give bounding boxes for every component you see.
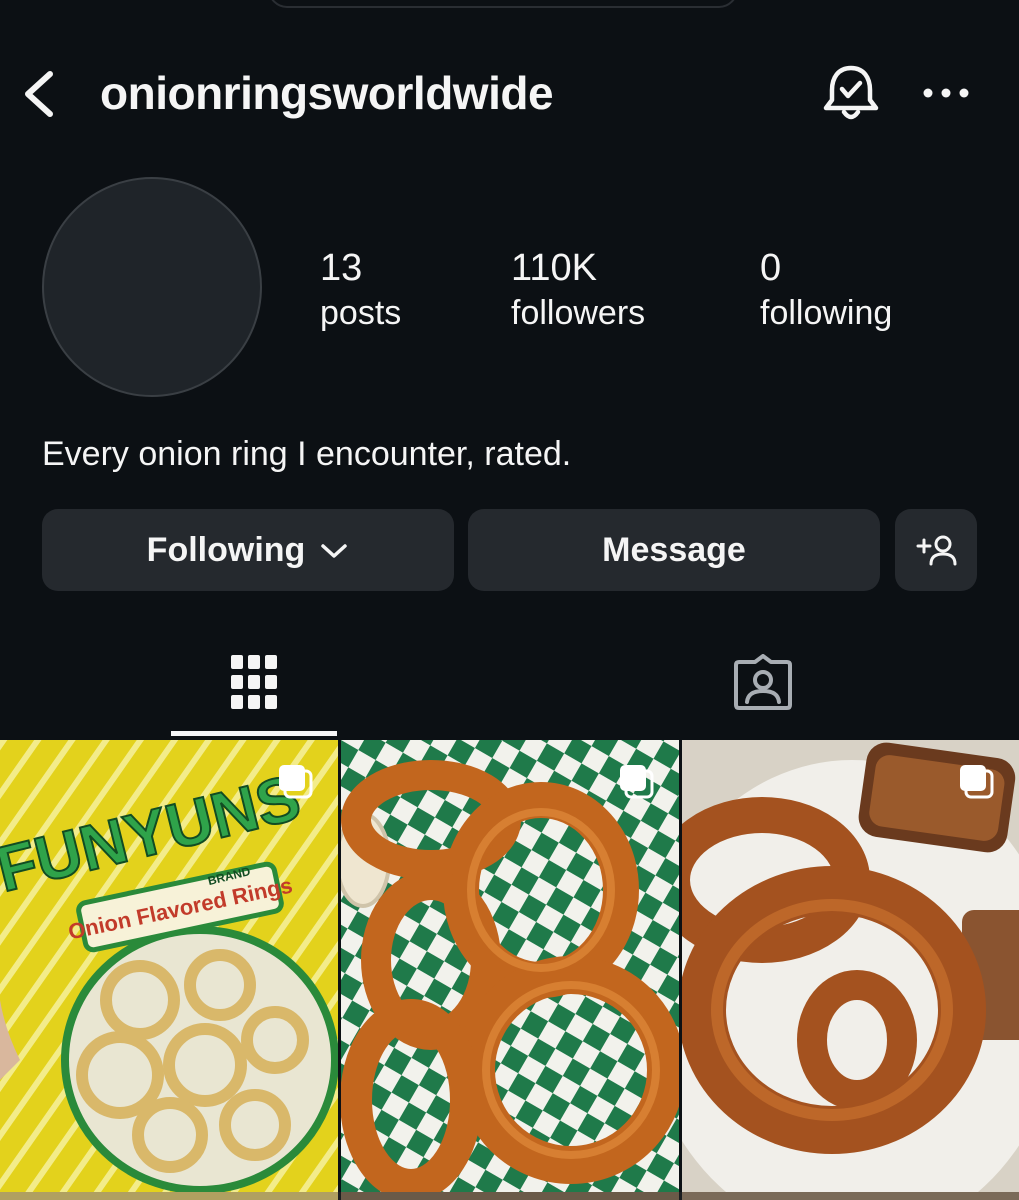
following-button-label: Following [146, 530, 306, 569]
device-notch [268, 0, 738, 8]
post-thumbnail-1[interactable]: Onion Flavored Rings FUNYUNS BRAND [0, 740, 338, 1192]
chevron-left-icon [25, 71, 53, 117]
carousel-icon [279, 765, 313, 799]
message-button-label: Message [602, 530, 746, 569]
bell-check-icon [823, 65, 879, 120]
more-horizontal-icon [923, 88, 969, 98]
chevron-down-icon [319, 531, 349, 570]
more-options-button[interactable] [918, 78, 974, 108]
followers-stat[interactable]: 110K followers [511, 245, 645, 335]
following-label: following [760, 294, 893, 332]
notifications-button[interactable] [820, 62, 882, 126]
profile-header: onionringsworldwide [0, 50, 1019, 140]
suggested-accounts-button[interactable] [895, 509, 977, 591]
posts-count: 13 [320, 247, 363, 289]
posts-label: posts [320, 294, 402, 332]
message-button[interactable]: Message [468, 509, 880, 591]
carousel-icon [960, 765, 994, 799]
posts-stat[interactable]: 13 posts [320, 245, 401, 335]
tagged-person-icon [734, 654, 792, 710]
following-button[interactable]: Following [42, 509, 454, 591]
following-stat[interactable]: 0 following [760, 245, 892, 335]
post-thumbnail-3[interactable] [682, 740, 1019, 1192]
carousel-icon [620, 765, 654, 799]
post-image-funyuns: Onion Flavored Rings FUNYUNS BRAND [0, 740, 338, 1192]
followers-label: followers [511, 294, 646, 332]
tab-tagged[interactable] [680, 630, 846, 734]
next-row-thumbnails [0, 1192, 1019, 1200]
profile-avatar[interactable] [42, 177, 262, 397]
following-count: 0 [760, 247, 782, 289]
profile-bio: Every onion ring I encounter, rated. [42, 435, 572, 473]
add-person-icon [916, 535, 957, 566]
tab-posts-grid[interactable] [171, 630, 337, 734]
profile-tabs [0, 630, 1019, 738]
back-button[interactable] [18, 64, 62, 124]
post-image-onion-rings-basket [341, 740, 679, 1192]
active-tab-indicator [171, 731, 337, 736]
post-image-battered-rings [682, 740, 1019, 1192]
post-thumbnail-2[interactable] [341, 740, 679, 1192]
grid-icon [231, 655, 277, 709]
followers-count: 110K [511, 247, 597, 289]
posts-grid: Onion Flavored Rings FUNYUNS BRAND [0, 740, 1019, 1200]
profile-username: onionringsworldwide [100, 67, 554, 119]
